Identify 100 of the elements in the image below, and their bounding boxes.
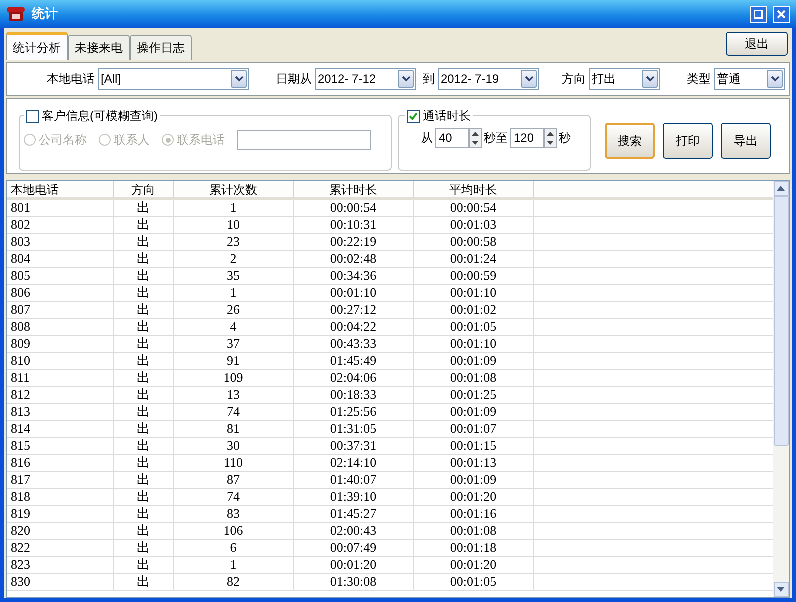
table-cell: 817	[7, 472, 114, 488]
table-cell: 110	[174, 455, 294, 471]
table-cell: 00:01:18	[414, 540, 534, 556]
table-cell: 出	[114, 370, 174, 386]
search-field[interactable]	[237, 130, 371, 150]
table-cell: 106	[174, 523, 294, 539]
table-cell: 00:37:31	[294, 438, 414, 454]
table-cell: 87	[174, 472, 294, 488]
column-header[interactable]: 累计时长	[294, 181, 414, 197]
table-cell: 819	[7, 506, 114, 522]
table-cell: 00:01:09	[414, 404, 534, 420]
scrollbar[interactable]	[773, 181, 789, 597]
table-cell: 00:01:07	[414, 421, 534, 437]
table-cell: 814	[7, 421, 114, 437]
table-cell: 00:01:20	[414, 489, 534, 505]
table-cell: 00:01:13	[414, 455, 534, 471]
table-cell: 出	[114, 302, 174, 318]
table-cell: 00:01:25	[414, 387, 534, 403]
table-cell: 01:39:10	[294, 489, 414, 505]
radio-label: 联系电话	[177, 132, 225, 149]
table-cell: 出	[114, 353, 174, 369]
spinner-icon[interactable]	[469, 128, 482, 148]
table-cell: 01:31:05	[294, 421, 414, 437]
table-cell: 出	[114, 387, 174, 403]
tab[interactable]: 统计分析	[6, 32, 68, 60]
table-cell: 00:01:09	[414, 353, 534, 369]
dropdown-field[interactable]: 打出	[589, 68, 660, 90]
table-cell: 00:34:36	[294, 268, 414, 284]
dropdown-field[interactable]: 普通	[714, 68, 785, 90]
table-cell: 00:01:05	[414, 574, 534, 590]
table-cell: 00:00:59	[414, 268, 534, 284]
to-label: 秒至	[484, 130, 508, 147]
table-cell: 10	[174, 217, 294, 233]
table-cell: 01:45:49	[294, 353, 414, 369]
table-cell: 815	[7, 438, 114, 454]
column-header[interactable]: 方向	[114, 181, 174, 197]
tab[interactable]: 未接来电	[68, 35, 130, 60]
table-cell: 出	[114, 234, 174, 250]
table-cell: 00:01:08	[414, 523, 534, 539]
table-cell: 01:40:07	[294, 472, 414, 488]
close-button[interactable]	[773, 6, 790, 22]
table-cell: 801	[7, 200, 114, 216]
number-field[interactable]: 40	[435, 128, 469, 148]
filter-label: 类型	[687, 71, 711, 88]
scroll-thumb[interactable]	[774, 196, 788, 446]
dropdown-field[interactable]: [All]	[98, 68, 249, 90]
radio-label: 联系人	[114, 132, 150, 149]
table-cell: 00:01:08	[414, 370, 534, 386]
table-cell: 35	[174, 268, 294, 284]
table-cell: 818	[7, 489, 114, 505]
table-cell: 830	[7, 574, 114, 590]
column-header[interactable]: 平均时长	[414, 181, 534, 197]
table-cell: 出	[114, 200, 174, 216]
table-cell: 01:25:56	[294, 404, 414, 420]
table-cell: 出	[114, 540, 174, 556]
checkbox[interactable]	[407, 110, 420, 122]
column-header[interactable]: 本地电话	[7, 181, 114, 197]
table-cell: 81	[174, 421, 294, 437]
maximize-button[interactable]	[750, 6, 767, 22]
table-cell: 出	[114, 489, 174, 505]
tab[interactable]: 操作日志	[130, 35, 192, 60]
from-label: 从	[421, 130, 433, 147]
table-cell: 出	[114, 421, 174, 437]
table-cell: 812	[7, 387, 114, 403]
table-cell: 出	[114, 455, 174, 471]
dropdown-field[interactable]: 2012- 7-12	[315, 68, 416, 90]
group-label: 客户信息(可模糊查询)	[42, 108, 158, 125]
dropdown-field[interactable]: 2012- 7-19	[438, 68, 539, 90]
table-cell: 出	[114, 336, 174, 352]
table-cell: 2	[174, 251, 294, 267]
table-cell: 811	[7, 370, 114, 386]
action-button[interactable]: 搜索	[605, 123, 655, 159]
table-cell: 803	[7, 234, 114, 250]
table-cell: 6	[174, 540, 294, 556]
table-cell: 00:01:10	[294, 285, 414, 301]
table-cell: 01:45:27	[294, 506, 414, 522]
table-cell: 02:00:43	[294, 523, 414, 539]
action-button[interactable]: 打印	[663, 123, 713, 159]
column-header[interactable]: 累计次数	[174, 181, 294, 197]
table-cell: 806	[7, 285, 114, 301]
spinner-icon[interactable]	[544, 128, 557, 148]
table-cell: 00:04:22	[294, 319, 414, 335]
table-cell: 823	[7, 557, 114, 573]
table-cell: 816	[7, 455, 114, 471]
table-cell: 00:00:54	[414, 200, 534, 216]
table-cell: 00:22:19	[294, 234, 414, 250]
close-icon	[777, 10, 786, 18]
action-button[interactable]: 导出	[721, 123, 771, 159]
exit-button[interactable]: 退出	[726, 32, 788, 56]
table-cell: 37	[174, 336, 294, 352]
scroll-down-icon[interactable]	[774, 582, 788, 597]
number-field[interactable]: 120	[510, 128, 544, 148]
table-cell: 808	[7, 319, 114, 335]
scroll-up-icon[interactable]	[774, 181, 788, 196]
table-cell: 00:01:10	[414, 285, 534, 301]
group-label: 通话时长	[423, 108, 471, 125]
telephone-icon	[6, 6, 26, 22]
table-cell: 出	[114, 251, 174, 267]
table-cell: 805	[7, 268, 114, 284]
table-cell: 00:01:16	[414, 506, 534, 522]
